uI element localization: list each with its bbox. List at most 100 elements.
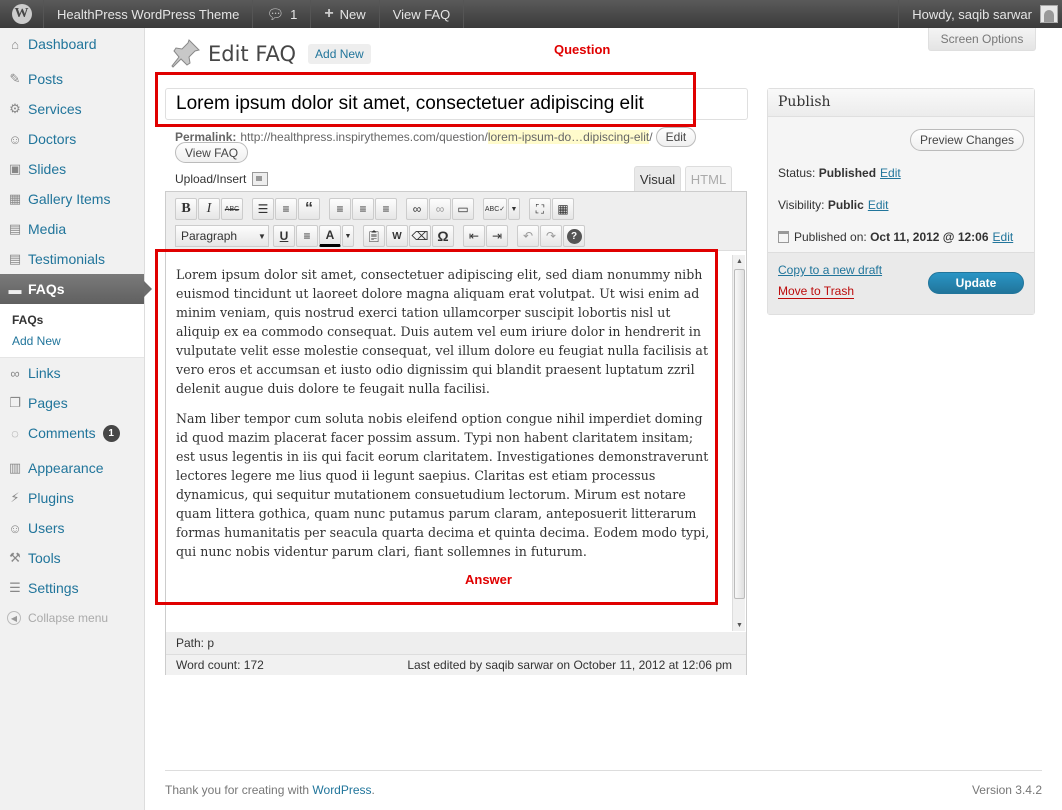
blockquote-icon[interactable]: “	[298, 198, 320, 220]
menu-media[interactable]: ▤ Media	[0, 214, 144, 244]
admin-bar: W HealthPress WordPress Theme 💬︎ 1 + New…	[0, 0, 1062, 28]
tools-icon: ⚒	[9, 550, 21, 565]
italic-icon[interactable]: I	[198, 198, 220, 220]
justify-icon[interactable]: ≡	[296, 225, 318, 247]
menu-slides[interactable]: ▣ Slides	[0, 154, 144, 184]
published-on-row: Published on: Oct 11, 2012 @ 12:06 Edit	[778, 230, 1013, 244]
edit-permalink-button[interactable]: Edit	[655, 127, 697, 147]
comments-link[interactable]: 💬︎ 1	[253, 0, 312, 28]
copy-to-draft-link[interactable]: Copy to a new draft	[778, 263, 882, 277]
spellcheck-icon[interactable]: ABC✓	[483, 198, 507, 220]
menu-comments[interactable]: ◌ Comments 1	[0, 418, 144, 448]
wordpress-logo-icon: W	[11, 4, 32, 24]
format-select[interactable]: Paragraph ▼	[175, 225, 269, 247]
menu-tools[interactable]: ⚒ Tools	[0, 543, 144, 573]
menu-users[interactable]: ☺ Users	[0, 513, 144, 543]
menu-pages[interactable]: ❐ Pages	[0, 388, 144, 418]
calendar-icon	[778, 231, 789, 243]
update-button[interactable]: Update	[928, 272, 1024, 294]
status-label: Status:	[778, 166, 816, 180]
view-faq-button[interactable]: View FAQ	[175, 142, 249, 163]
undo-icon[interactable]: ↶	[517, 225, 539, 247]
footer-thanks-suffix: .	[371, 783, 375, 797]
menu-faqs[interactable]: ▬ FAQs	[0, 274, 152, 304]
content-text[interactable]: Lorem ipsum dolor sit amet, consectetuer…	[176, 265, 716, 572]
post-title-input[interactable]	[165, 88, 748, 120]
collapse-arrow-icon: ◀	[7, 611, 21, 625]
unlink-icon[interactable]: ∞	[429, 198, 451, 220]
menu-testimonials[interactable]: ▤ Testimonials	[0, 244, 144, 274]
wordpress-link[interactable]: WordPress	[312, 783, 371, 797]
underline-icon[interactable]: U	[273, 225, 295, 247]
permalink-trail: /	[649, 130, 653, 144]
view-faq-link[interactable]: View FAQ	[380, 0, 465, 28]
numbered-list-icon[interactable]: ≡	[275, 198, 297, 220]
outdent-icon[interactable]: ⇤	[463, 225, 485, 247]
edit-status-link[interactable]: Edit	[880, 166, 901, 180]
collapse-menu-button[interactable]: ◀ Collapse menu	[0, 603, 144, 633]
move-to-trash-link[interactable]: Move to Trash	[778, 284, 855, 299]
wordpress-logo-menu[interactable]: W	[0, 0, 44, 28]
align-right-icon[interactable]: ≡	[375, 198, 397, 220]
paste-word-icon[interactable]: W	[386, 225, 408, 247]
paste-text-icon[interactable]: 📋︎	[363, 225, 385, 247]
bullet-list-icon[interactable]: ☰	[252, 198, 274, 220]
scroll-up-icon[interactable]: ▲	[733, 255, 746, 267]
add-media-icon[interactable]	[252, 172, 269, 186]
scroll-down-icon[interactable]: ▼	[733, 619, 746, 631]
menu-doctors[interactable]: ☺ Doctors	[0, 124, 144, 154]
word-count: Word count: 172	[176, 658, 264, 672]
menu-posts[interactable]: ✎ Posts	[0, 64, 144, 94]
document-icon: ▤	[8, 251, 22, 266]
plus-icon: +	[324, 5, 334, 22]
special-character-icon[interactable]: Ω	[432, 225, 454, 247]
more-tag-icon[interactable]: ▭	[452, 198, 474, 220]
footer-thanks: Thank you for creating with WordPress.	[165, 783, 375, 797]
submenu-faqs[interactable]: FAQs	[0, 309, 144, 330]
menu-label: Plugins	[28, 490, 74, 506]
kitchen-sink-icon[interactable]: ▦	[552, 198, 574, 220]
editor-scrollbar[interactable]: ▲ ▼	[732, 255, 745, 631]
fullscreen-icon[interactable]: ⛶	[529, 198, 551, 220]
bold-icon[interactable]: B	[175, 198, 197, 220]
tab-html[interactable]: HTML	[685, 166, 732, 191]
site-name-link[interactable]: HealthPress WordPress Theme	[44, 0, 254, 28]
strikethrough-icon[interactable]: ABC	[221, 198, 243, 220]
redo-icon[interactable]: ↷	[540, 225, 562, 247]
align-left-icon[interactable]: ≡	[329, 198, 351, 220]
collapse-label: Collapse menu	[28, 611, 109, 625]
new-content-menu[interactable]: + New	[311, 0, 380, 28]
menu-label: Links	[28, 365, 61, 381]
help-icon[interactable]: ?	[563, 225, 585, 247]
account-menu[interactable]: Howdy, saqib sarwar	[898, 0, 1062, 28]
edit-visibility-link[interactable]: Edit	[868, 198, 889, 212]
menu-dashboard[interactable]: ⌂ Dashboard	[0, 29, 144, 59]
status-row: Status: Published Edit	[778, 166, 901, 180]
eraser-icon[interactable]: ⌫	[409, 225, 431, 247]
menu-gallery-items[interactable]: ▦ Gallery Items	[0, 184, 144, 214]
users-icon: ☺	[8, 131, 22, 147]
content-area[interactable]: Lorem ipsum dolor sit amet, consectetuer…	[166, 250, 746, 632]
menu-links[interactable]: ∞ Links	[0, 358, 144, 388]
preview-changes-button[interactable]: Preview Changes	[909, 129, 1024, 151]
indent-icon[interactable]: ⇥	[486, 225, 508, 247]
align-center-icon[interactable]: ≡	[352, 198, 374, 220]
submenu-add-new[interactable]: Add New	[0, 330, 144, 351]
menu-appearance[interactable]: ▥ Appearance	[0, 453, 144, 483]
menu-label: Services	[28, 101, 82, 117]
screen-options-toggle[interactable]: Screen Options	[928, 28, 1036, 51]
add-new-button[interactable]: Add New	[308, 44, 371, 64]
edit-date-link[interactable]: Edit	[993, 230, 1014, 244]
chevron-down-icon[interactable]: ▼	[508, 198, 520, 220]
scrollbar-thumb[interactable]	[734, 269, 745, 599]
content-paragraph: Lorem ipsum dolor sit amet, consectetuer…	[176, 267, 708, 396]
publish-heading[interactable]: Publish	[768, 89, 1034, 117]
chevron-down-icon[interactable]: ▼	[342, 225, 354, 247]
text-color-icon[interactable]: A	[319, 225, 341, 247]
menu-services[interactable]: ⚙ Services	[0, 94, 144, 124]
permalink-slug[interactable]: lorem-ipsum-do…dipiscing-elit	[487, 130, 650, 144]
menu-plugins[interactable]: ⚡ Plugins	[0, 483, 144, 513]
menu-settings[interactable]: ☰ Settings	[0, 573, 144, 603]
tab-visual[interactable]: Visual	[634, 166, 681, 191]
link-icon[interactable]: ∞	[406, 198, 428, 220]
